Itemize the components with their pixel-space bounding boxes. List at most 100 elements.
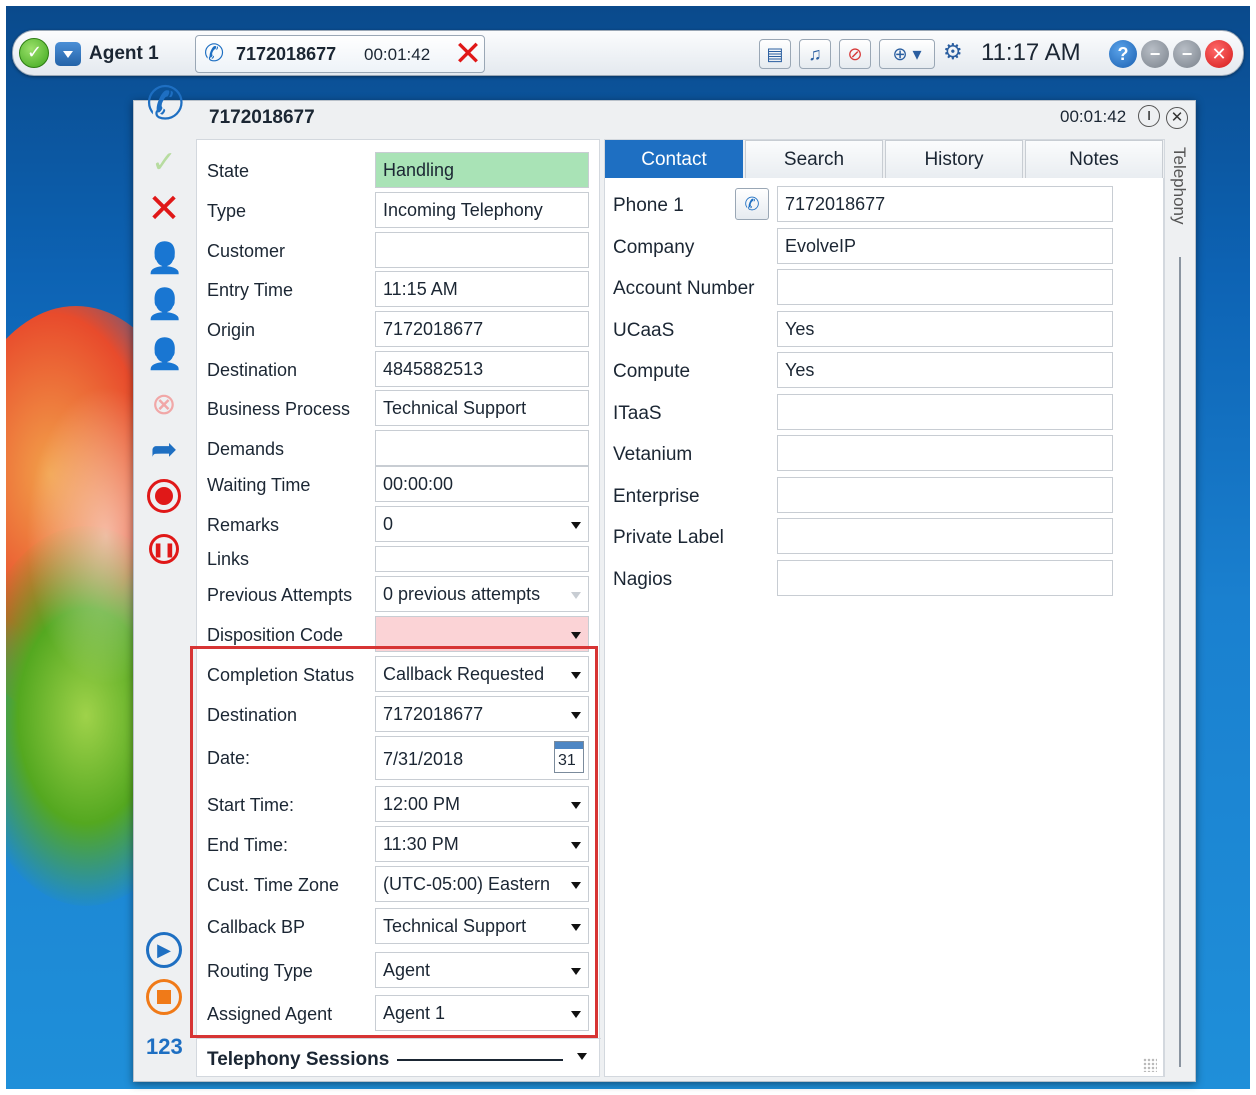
contact-row-nagios: Nagios bbox=[605, 560, 1165, 600]
dialpad-icon[interactable]: 123 bbox=[146, 1029, 183, 1065]
time-zone-dropdown[interactable]: (UTC-05:00) Eastern bbox=[375, 866, 589, 902]
customer-field[interactable] bbox=[375, 232, 589, 268]
destination-field[interactable]: 4845882513 bbox=[375, 351, 589, 387]
field-label: Type bbox=[207, 201, 247, 221]
field-row-previous-attempts: Previous Attempts 0 previous attempts bbox=[197, 576, 601, 614]
chevron-down-icon[interactable] bbox=[577, 1053, 587, 1065]
conference-icon[interactable]: 👤 bbox=[146, 287, 183, 323]
tab-notes[interactable]: Notes bbox=[1025, 140, 1163, 178]
tab-search[interactable]: Search bbox=[745, 140, 883, 178]
start-time-dropdown[interactable]: 12:00 PM bbox=[375, 786, 589, 822]
origin-field[interactable]: 7172018677 bbox=[375, 311, 589, 347]
contact-panel: Contact Search History Notes Phone 1 ✆ 7… bbox=[604, 139, 1165, 1077]
play-icon[interactable]: ▶ bbox=[146, 929, 182, 968]
tab-history[interactable]: History bbox=[885, 140, 1023, 178]
contact-tabs: Contact Search History Notes bbox=[605, 140, 1165, 178]
assigned-agent-dropdown[interactable]: Agent 1 bbox=[375, 995, 589, 1031]
end-time-dropdown[interactable]: 11:30 PM bbox=[375, 826, 589, 862]
field-label: Previous Attempts bbox=[207, 585, 353, 605]
compute-field[interactable]: Yes bbox=[777, 352, 1113, 388]
enterprise-field[interactable] bbox=[777, 477, 1113, 513]
telephony-side-tab[interactable]: Telephony bbox=[1164, 139, 1194, 1077]
bell-icon[interactable]: ♫ bbox=[799, 39, 831, 69]
ucaas-field[interactable]: Yes bbox=[777, 311, 1113, 347]
side-tab-divider bbox=[1179, 257, 1181, 1067]
callback-bp-dropdown[interactable]: Technical Support bbox=[375, 908, 589, 944]
field-label: Callback BP bbox=[207, 917, 306, 937]
entry-time-field[interactable]: 11:15 AM bbox=[375, 271, 589, 307]
hangup-icon[interactable]: ✕ bbox=[146, 189, 182, 229]
dial-phone-icon[interactable]: ✆ bbox=[735, 188, 769, 220]
resize-grip-icon[interactable] bbox=[1143, 1058, 1157, 1072]
cancel-circle-icon[interactable]: ⊗ bbox=[146, 387, 182, 423]
field-label: Remarks bbox=[207, 515, 280, 535]
field-row-time-zone: Cust. Time Zone (UTC-05:00) Eastern bbox=[197, 866, 601, 904]
field-label: Destination bbox=[207, 705, 298, 725]
demands-field[interactable] bbox=[375, 430, 589, 466]
business-process-field[interactable]: Technical Support bbox=[375, 390, 589, 426]
account-number-field[interactable] bbox=[777, 269, 1113, 305]
private-label-field[interactable] bbox=[777, 518, 1113, 554]
agent-toolbar: Agent 1 ✆ 7172018677 00:01:42 ✕ ▤ ♫ ⊘ ⊕ … bbox=[12, 30, 1244, 76]
close-window-icon[interactable]: ✕ bbox=[1166, 107, 1188, 129]
vetanium-field[interactable] bbox=[777, 435, 1113, 471]
calendar-icon[interactable]: 31 bbox=[554, 741, 584, 773]
status-dropdown-icon[interactable] bbox=[55, 42, 81, 66]
remarks-dropdown[interactable]: 0 bbox=[375, 506, 589, 542]
field-label: Business Process bbox=[207, 399, 351, 419]
agent-name: Agent 1 bbox=[89, 43, 159, 64]
record-icon[interactable] bbox=[146, 479, 182, 515]
field-label: Routing Type bbox=[207, 961, 313, 981]
contact-label: Private Label bbox=[613, 527, 724, 548]
hangup-icon[interactable]: ✕ bbox=[452, 37, 484, 71]
nagios-field[interactable] bbox=[777, 560, 1113, 596]
gear-icon[interactable]: ⚙ bbox=[943, 39, 963, 65]
forward-arrow-icon[interactable]: ➦ bbox=[146, 431, 182, 467]
contact-card-icon[interactable]: ▤ bbox=[759, 39, 791, 69]
callback-destination-dropdown[interactable]: 7172018677 bbox=[375, 696, 589, 732]
field-row-demands: Demands bbox=[197, 430, 601, 468]
field-label: Date: bbox=[207, 748, 251, 768]
close-icon[interactable]: ✕ bbox=[1205, 40, 1233, 68]
links-field[interactable] bbox=[375, 546, 589, 572]
type-field[interactable]: Incoming Telephony bbox=[375, 192, 589, 228]
field-row-start-time: Start Time: 12:00 PM bbox=[197, 786, 601, 824]
callback-date-field[interactable]: 7/31/2018 31 bbox=[375, 736, 589, 780]
completion-status-dropdown[interactable]: Callback Requested bbox=[375, 656, 589, 692]
contact-row-ucaas: UCaaS Yes bbox=[605, 311, 1165, 351]
field-row-completion-status: Completion Status Callback Requested bbox=[197, 656, 601, 694]
previous-attempts-dropdown[interactable]: 0 previous attempts bbox=[375, 576, 589, 612]
consult-agent-icon[interactable]: 👤 bbox=[146, 241, 183, 277]
complete-check-icon[interactable]: ✓ bbox=[146, 145, 182, 181]
minimize-icon[interactable]: − bbox=[1141, 40, 1169, 68]
field-label: Origin bbox=[207, 320, 256, 340]
company-field[interactable]: EvolveIP bbox=[777, 228, 1113, 264]
itaas-field[interactable] bbox=[777, 394, 1113, 430]
waiting-time-field[interactable]: 00:00:00 bbox=[375, 466, 589, 502]
stop-icon[interactable] bbox=[146, 979, 182, 1015]
transfer-agent-icon[interactable]: 👤 bbox=[146, 337, 183, 373]
help-icon[interactable]: ? bbox=[1109, 40, 1137, 68]
field-row-type: Type Incoming Telephony bbox=[197, 192, 601, 230]
add-call-icon[interactable]: ⊕ ▾ bbox=[879, 39, 935, 69]
routing-type-dropdown[interactable]: Agent bbox=[375, 952, 589, 988]
phone-field[interactable]: 7172018677 bbox=[777, 186, 1113, 222]
pin-icon[interactable]: Ι bbox=[1138, 105, 1160, 127]
field-label: Cust. Time Zone bbox=[207, 875, 340, 895]
contact-row-account-number: Account Number bbox=[605, 269, 1165, 309]
field-row-assigned-agent: Assigned Agent Agent 1 bbox=[197, 995, 601, 1033]
window-phone-icon: ✆ bbox=[146, 77, 185, 129]
telephony-sessions-expander[interactable]: Telephony Sessions bbox=[197, 1038, 601, 1078]
pause-record-icon[interactable]: ❚❚ bbox=[146, 527, 182, 564]
tab-contact[interactable]: Contact bbox=[605, 140, 743, 178]
maximize-icon[interactable]: − bbox=[1173, 40, 1201, 68]
contact-row-phone: Phone 1 ✆ 7172018677 bbox=[605, 186, 1165, 226]
active-call-chip[interactable]: ✆ 7172018677 00:01:42 ✕ bbox=[195, 35, 485, 73]
status-available-icon[interactable] bbox=[19, 38, 49, 68]
mute-icon[interactable]: ⊘ bbox=[839, 39, 871, 69]
contact-row-company: Company EvolveIP bbox=[605, 228, 1165, 268]
field-row-destination: Destination 4845882513 bbox=[197, 351, 601, 389]
field-row-remarks: Remarks 0 bbox=[197, 506, 601, 544]
contact-label: Enterprise bbox=[613, 486, 700, 507]
contact-label: ITaaS bbox=[613, 403, 662, 424]
